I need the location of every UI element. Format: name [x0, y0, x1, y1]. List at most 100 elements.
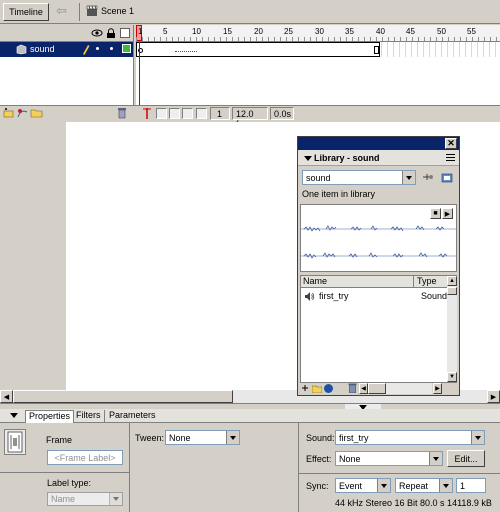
ruler-number: 20 — [254, 27, 263, 36]
tab-properties[interactable]: Properties — [25, 410, 75, 423]
frames-row[interactable] — [136, 42, 500, 57]
new-symbol-icon[interactable] — [301, 384, 310, 393]
scroll-right-icon[interactable]: ▶ — [433, 383, 442, 394]
waveform-icon — [301, 223, 456, 235]
layer-name[interactable]: sound — [30, 44, 55, 54]
play-icon[interactable]: ▶ — [442, 208, 453, 219]
scroll-down-icon[interactable]: ▼ — [447, 372, 457, 382]
repeat-count-input[interactable]: 1 — [456, 478, 486, 493]
outline-color-icon[interactable] — [122, 44, 131, 53]
tab-parameters[interactable]: Parameters — [106, 410, 159, 423]
ruler-number: 40 — [376, 27, 385, 36]
label-type-value: Name — [51, 494, 76, 504]
edit-button[interactable]: Edit... — [447, 450, 485, 467]
ruler-ticks — [136, 37, 500, 41]
divider — [0, 472, 130, 473]
pin-icon[interactable] — [420, 171, 434, 184]
list-item[interactable]: first_try Sound — [301, 290, 447, 303]
properties-icon[interactable] — [324, 384, 333, 393]
label-type-label: Label type: — [47, 478, 92, 488]
collapse-arrow-icon[interactable] — [304, 156, 312, 161]
tween-select[interactable]: None — [165, 430, 240, 445]
center-frame-icon[interactable] — [143, 108, 151, 119]
properties-body: Frame <Frame Label> Label type: Name Twe… — [0, 423, 500, 512]
frame-rate[interactable]: 12.0 fps — [232, 107, 268, 129]
layer-icon — [16, 44, 27, 55]
library-selector[interactable]: sound — [302, 170, 416, 185]
collapse-arrow-icon[interactable] — [10, 413, 18, 418]
scene-clapper-icon — [86, 5, 98, 17]
timeline-panel: sound 1 5 10 15 20 25 30 35 40 45 50 55 — [0, 25, 500, 129]
library-horizontal-scrollbar[interactable] — [368, 383, 432, 394]
scroll-left-icon[interactable]: ◀ — [0, 390, 13, 403]
end-frame-icon — [374, 46, 379, 54]
divider — [298, 423, 299, 512]
ruler-number: 1 — [138, 27, 143, 36]
scroll-thumb[interactable] — [13, 390, 233, 403]
edit-multiple-icon[interactable] — [182, 108, 193, 119]
column-header-type[interactable]: Type — [414, 276, 447, 288]
add-guide-icon[interactable] — [17, 108, 28, 118]
frame-label-input[interactable]: <Frame Label> — [47, 450, 123, 465]
sound-preview: ■ ▶ — [300, 204, 457, 272]
tab-filters[interactable]: Filters — [73, 410, 105, 423]
tween-value: None — [169, 432, 191, 443]
back-arrow-icon[interactable]: ⇦ — [56, 4, 72, 20]
stop-icon[interactable]: ■ — [430, 208, 441, 219]
library-vertical-scrollbar[interactable]: ▲ ▼ — [447, 276, 457, 382]
waveform-icon — [301, 250, 456, 262]
elapsed-time: 0.0s — [270, 107, 294, 120]
sound-span[interactable] — [136, 42, 380, 57]
chevron-down-icon[interactable] — [429, 452, 442, 465]
options-menu-icon[interactable] — [446, 154, 455, 162]
scroll-up-icon[interactable]: ▲ — [447, 276, 457, 286]
effect-select[interactable]: None — [335, 451, 443, 466]
waveform-icon — [175, 47, 197, 52]
sound-info: 44 kHz Stereo 16 Bit 80.0 s 14118.9 kB — [335, 498, 492, 508]
speaker-icon — [304, 291, 315, 302]
sync-label: Sync: — [306, 481, 329, 491]
timeline-tab[interactable]: Timeline — [3, 3, 49, 21]
onion-skin-icon[interactable] — [156, 108, 167, 119]
eye-icon[interactable] — [91, 28, 103, 38]
label-type-select[interactable]: Name — [47, 492, 123, 506]
sync-select[interactable]: Event — [335, 478, 391, 493]
item-name: first_try — [319, 291, 349, 301]
scroll-thumb[interactable] — [368, 383, 386, 394]
visibility-dot-icon[interactable] — [96, 47, 99, 50]
add-layer-icon[interactable] — [3, 108, 14, 118]
repeat-select[interactable]: Repeat — [395, 478, 453, 493]
chevron-down-icon[interactable] — [402, 171, 415, 184]
chevron-down-icon[interactable] — [471, 431, 484, 444]
effect-value: None — [339, 453, 361, 464]
scroll-thumb[interactable] — [447, 287, 457, 295]
current-frame: 1 — [210, 107, 230, 120]
scene-label[interactable]: Scene 1 — [101, 6, 134, 16]
lock-dot-icon[interactable] — [110, 47, 113, 50]
library-header[interactable]: Library - sound — [298, 150, 459, 166]
layer-row[interactable]: sound — [0, 42, 133, 57]
outline-icon[interactable] — [120, 28, 130, 38]
trash-icon[interactable] — [348, 383, 357, 394]
chevron-down-icon[interactable] — [439, 479, 452, 492]
new-library-icon[interactable] — [440, 171, 454, 184]
close-icon[interactable]: ✕ — [445, 138, 457, 149]
scroll-right-icon[interactable]: ▶ — [487, 390, 500, 403]
onion-outline-icon[interactable] — [169, 108, 180, 119]
frame-ruler[interactable]: 1 5 10 15 20 25 30 35 40 45 50 55 — [136, 25, 500, 42]
chevron-down-icon[interactable] — [109, 493, 122, 505]
new-folder-icon[interactable] — [311, 384, 323, 394]
chevron-down-icon[interactable] — [377, 479, 390, 492]
delete-layer-icon[interactable] — [117, 107, 127, 119]
lock-icon[interactable] — [106, 28, 116, 39]
column-header-name[interactable]: Name — [301, 276, 414, 288]
ruler-number: 25 — [284, 27, 293, 36]
library-titlebar[interactable]: ✕ — [298, 137, 459, 150]
scroll-left-icon[interactable]: ◀ — [359, 383, 368, 394]
library-selector-value: sound — [306, 172, 331, 183]
chevron-down-icon[interactable] — [226, 431, 239, 444]
onion-markers-icon[interactable] — [196, 108, 207, 119]
sound-select[interactable]: first_try — [335, 430, 485, 445]
divider — [129, 423, 130, 512]
add-folder-icon[interactable] — [30, 108, 43, 118]
